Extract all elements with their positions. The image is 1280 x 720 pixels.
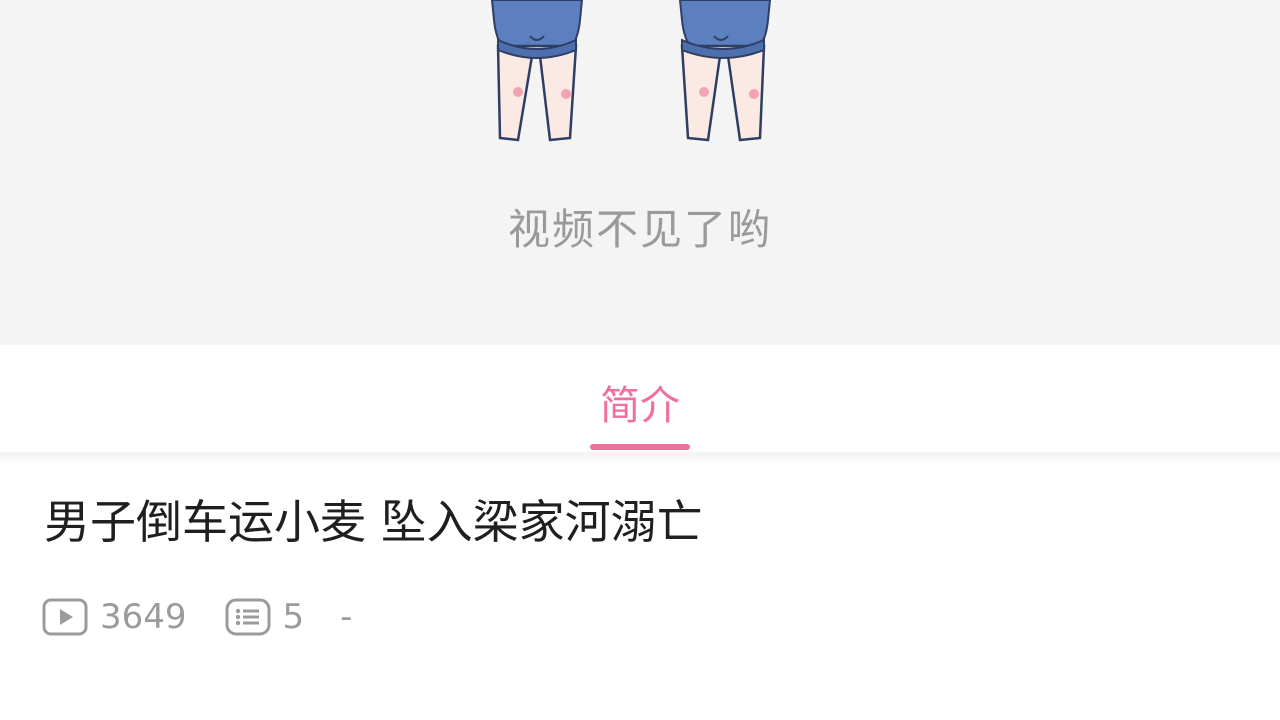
video-stats: 3649 5 - [42, 595, 352, 639]
video-unavailable-placeholder: 视频不见了哟 [0, 0, 1280, 345]
view-count: 3649 [100, 597, 187, 637]
tab-bar: 简介 [0, 345, 1280, 452]
tab-intro[interactable]: 简介 [540, 345, 740, 452]
play-count-icon [42, 598, 88, 636]
tab-bar-divider [0, 452, 1280, 466]
stats-extra: - [340, 597, 353, 637]
video-title: 男子倒车运小麦 坠入梁家河溺亡 [44, 495, 703, 549]
comment-count: 5 [282, 597, 305, 637]
video-unavailable-message: 视频不见了哟 [507, 205, 772, 254]
video-detail-page: 视频不见了哟 简介 男子倒车运小麦 坠入梁家河溺亡 3649 5 - [0, 0, 1280, 720]
tab-active-indicator [590, 444, 690, 450]
comment-count-icon [225, 598, 271, 636]
mascot-illustration-right [678, 0, 772, 142]
mascot-illustration-left [490, 0, 584, 142]
tab-intro-label: 简介 [600, 383, 680, 429]
